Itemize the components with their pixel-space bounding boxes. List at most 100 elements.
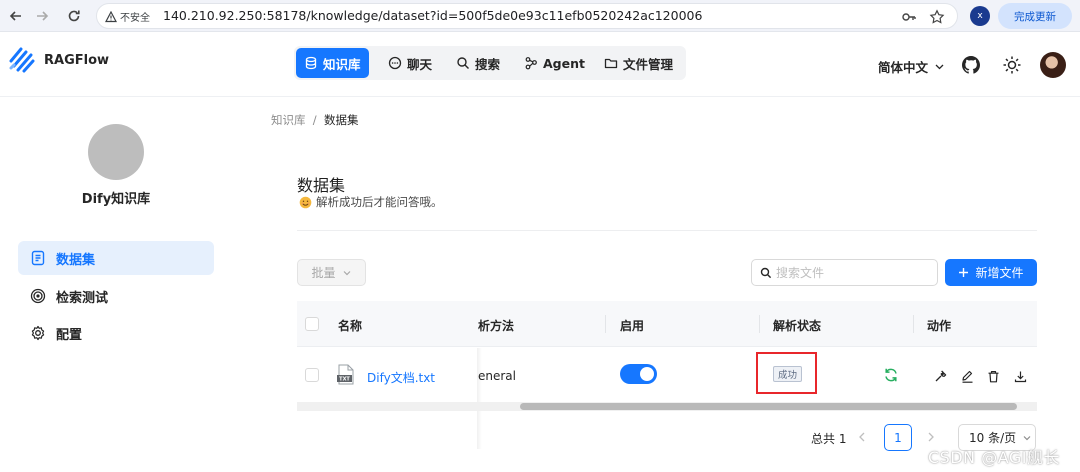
address-bar[interactable]: 不安全 140.210.92.250:58178/knowledge/datas… [96,3,958,29]
wrench-icon[interactable] [934,370,947,383]
edit-icon[interactable] [961,370,974,383]
nav-label: 文件管理 [623,56,674,72]
chevron-right-icon [928,432,934,442]
browser-toolbar: 不安全 140.210.92.250:58178/knowledge/datas… [0,0,1080,32]
chevron-down-icon [1023,435,1031,440]
file-search-input-wrapper[interactable] [751,259,938,286]
pagination-total: 总共 1 [811,432,847,446]
url-text[interactable]: 140.210.92.250:58178/knowledge/dataset?i… [163,8,702,23]
language-select[interactable]: 简体中文 [878,57,945,76]
warning-icon [105,10,117,22]
smile-emoji-icon [299,196,312,208]
knowledge-base-name: Dify知识库 [81,192,151,207]
column-header-actions[interactable]: 动作 [927,317,951,334]
search-icon [457,57,469,69]
sidebar-item-retrieval-test[interactable]: 检索测试 [18,279,214,313]
txt-file-icon: TXT [337,364,354,385]
plus-icon [959,268,969,277]
watermark: CSDN @AGI舰长 [928,448,1060,467]
database-icon [305,56,317,70]
batch-label: 批量 [311,266,336,280]
file-name-link[interactable]: Dify文档.txt [367,369,435,386]
sidebar-item-label: 数据集 [56,252,96,268]
horizontal-scrollbar-thumb[interactable] [520,403,1017,410]
document-icon [31,250,45,266]
column-separator [913,315,914,333]
pagination-page-1[interactable]: 1 [884,424,912,451]
main-nav: 知识库 聊天 搜索 Agent 文件管理 [294,46,686,80]
column-header-enabled[interactable]: 启用 [620,317,644,334]
parse-method-cell: eneral [478,369,516,383]
target-icon [30,288,46,304]
chevron-down-icon [343,270,350,275]
breadcrumb-knowledge-base[interactable]: 知识库 [271,113,306,127]
back-arrow-icon [9,11,21,21]
theme-sun-icon[interactable] [1002,55,1022,75]
reparse-icon[interactable] [883,367,899,383]
add-file-label: 新增文件 [975,266,1024,280]
page-subtitle: 解析成功后才能问答哦。 [299,194,443,210]
file-badge-text: TXT [339,377,350,383]
pagination-next-button[interactable] [926,430,936,444]
reload-button[interactable] [62,4,86,28]
chevron-down-icon [935,64,944,70]
column-header-parse-method[interactable]: 析方法 [478,317,514,334]
table-header: 名称 析方法 启用 解析状态 动作 [297,301,1037,347]
add-file-button[interactable]: 新增文件 [945,259,1037,286]
nav-label: 聊天 [407,56,433,72]
bookmark-star-icon[interactable] [929,9,945,25]
nav-search[interactable]: 搜索 [452,48,504,78]
forward-button[interactable] [30,4,54,28]
section-divider [297,230,1037,231]
breadcrumb-dataset: 数据集 [324,113,359,127]
language-label: 简体中文 [878,60,929,75]
nav-chat[interactable]: 聊天 [384,48,436,78]
file-table: 名称 析方法 启用 解析状态 动作 TXT Dify文档.txt eneral … [297,301,1037,449]
nav-knowledge-base[interactable]: 知识库 [296,48,369,78]
insecure-indicator[interactable]: 不安全 [105,9,150,24]
chat-icon [388,56,402,70]
insecure-label: 不安全 [120,13,150,24]
sidebar-item-label: 检索测试 [56,290,109,306]
table-row[interactable]: TXT Dify文档.txt eneral 成功 [297,348,1037,449]
ragflow-logo-icon[interactable] [8,46,36,74]
user-avatar[interactable] [1040,52,1066,78]
sidebar-item-label: 配置 [56,327,83,343]
pagination-prev-button[interactable] [857,430,867,444]
github-icon[interactable] [962,56,980,74]
column-header-parse-status[interactable]: 解析状态 [773,317,821,334]
folder-icon [604,58,618,69]
brand-name[interactable]: RAGFlow [44,53,109,68]
gear-icon [31,325,45,341]
knowledge-base-avatar [88,124,144,180]
nav-agent[interactable]: Agent [520,48,589,78]
nav-label: 知识库 [323,56,361,72]
sidebar-item-settings[interactable]: 配置 [18,316,214,350]
breadcrumb: 知识库 / 数据集 [271,112,359,128]
subtitle-text: 解析成功后才能问答哦。 [316,195,443,209]
forward-arrow-icon [37,11,49,21]
status-badge: 成功 [773,366,803,382]
agent-graph-icon [525,57,537,70]
column-separator [605,315,606,333]
delete-icon[interactable] [987,370,1000,383]
profile-button[interactable]: x [970,6,990,26]
sidebar-item-dataset[interactable]: 数据集 [18,241,214,275]
fixed-column-shadow [477,348,482,449]
enabled-toggle[interactable] [620,364,657,384]
update-button[interactable]: 完成更新 [998,3,1072,29]
key-icon[interactable] [901,9,917,25]
search-icon [760,267,772,278]
row-checkbox[interactable] [305,368,319,382]
back-button[interactable] [4,4,28,28]
file-search-input[interactable] [776,265,926,280]
chevron-left-icon [859,432,865,442]
batch-dropdown[interactable]: 批量 [297,259,366,286]
nav-file-management[interactable]: 文件管理 [600,48,677,78]
nav-label: Agent [543,55,585,71]
column-header-name[interactable]: 名称 [338,317,362,334]
reload-icon [68,10,80,22]
download-icon[interactable] [1014,370,1027,383]
select-all-checkbox[interactable] [305,317,319,331]
page-title: 数据集 [297,176,346,195]
